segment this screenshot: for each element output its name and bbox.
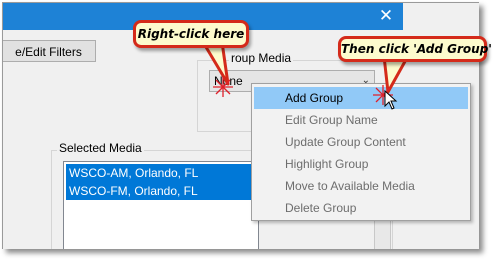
menu-item-highlight-group[interactable]: Highlight Group xyxy=(254,153,468,175)
selected-media-label: Selected Media xyxy=(57,141,144,155)
callout-right-click: Right-click here xyxy=(133,20,249,48)
click-spark-icon xyxy=(213,77,233,97)
menu-item-update-group-content[interactable]: Update Group Content xyxy=(254,131,468,153)
list-item[interactable]: WSCO-AM, Orlando, FL xyxy=(66,164,256,182)
callout-add-group: Then click 'Add Group' xyxy=(338,36,492,62)
edit-filters-button[interactable]: e/Edit Filters xyxy=(3,40,96,62)
selected-media-list[interactable]: WSCO-AM, Orlando, FL WSCO-FM, Orlando, F… xyxy=(63,161,259,249)
mouse-cursor-icon xyxy=(384,90,398,110)
menu-item-edit-group-name[interactable]: Edit Group Name xyxy=(254,109,468,131)
menu-item-add-group[interactable]: Add Group xyxy=(254,87,468,109)
menu-item-delete-group[interactable]: Delete Group xyxy=(254,197,468,219)
close-icon[interactable]: ✕ xyxy=(375,6,397,26)
list-item[interactable]: WSCO-FM, Orlando, FL xyxy=(66,182,256,200)
menu-item-move-to-available-media[interactable]: Move to Available Media xyxy=(254,175,468,197)
context-menu: Add Group Edit Group Name Update Group C… xyxy=(251,83,471,221)
